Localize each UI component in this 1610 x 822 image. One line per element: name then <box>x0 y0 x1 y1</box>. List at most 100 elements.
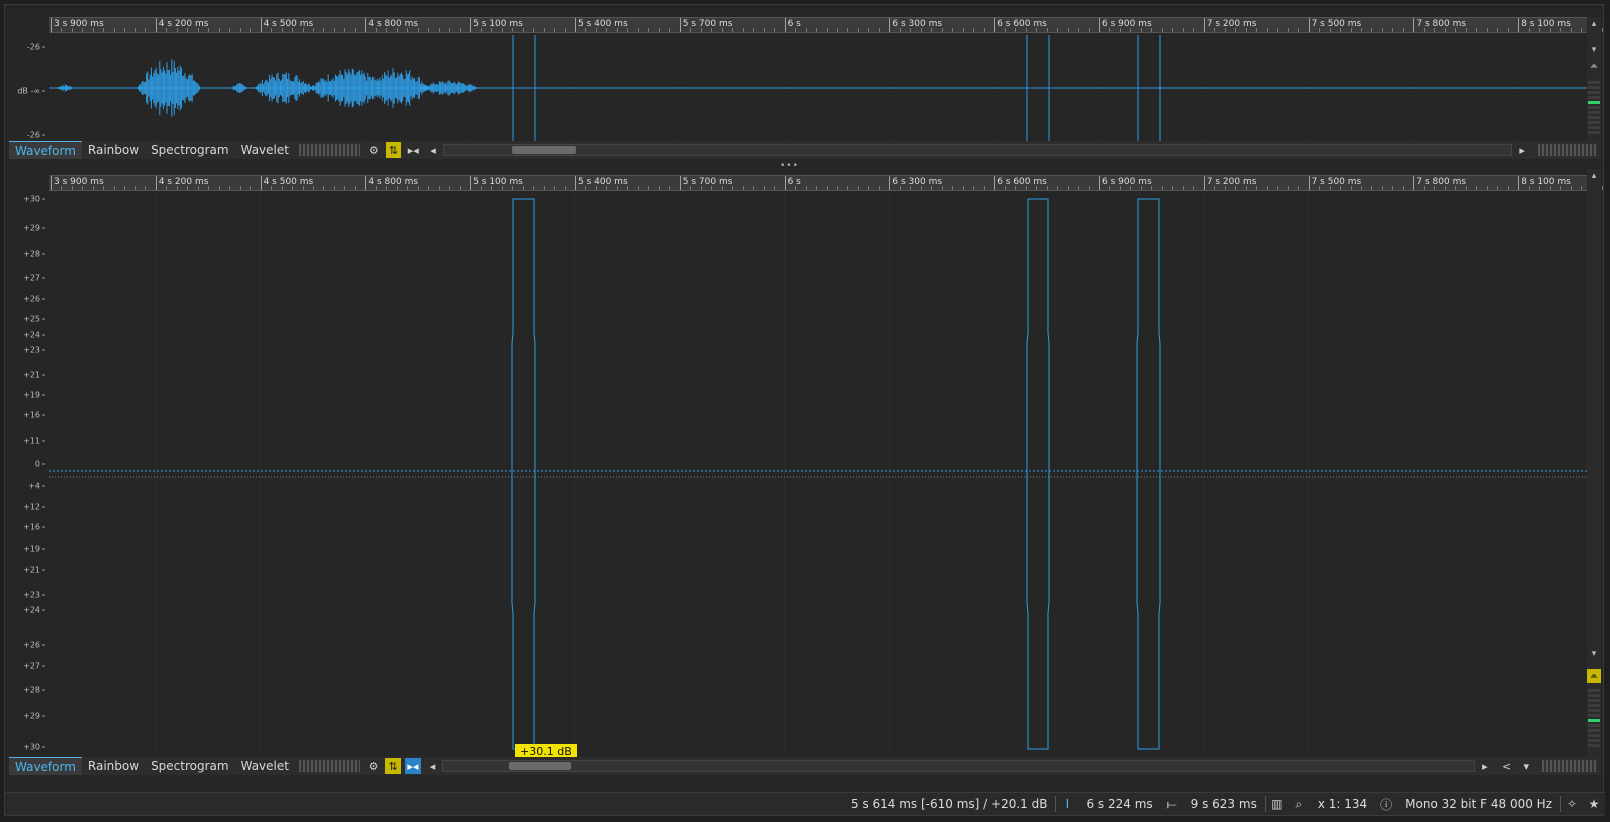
search-icon[interactable]: ⌕ <box>1288 793 1310 815</box>
meter-segment <box>1588 689 1600 692</box>
ruler-tick-label: 5 s 400 ms <box>578 19 628 29</box>
ruler-minor-tick <box>1235 28 1237 32</box>
ruler-minor-tick <box>826 186 828 190</box>
ruler-minor-tick <box>1036 186 1038 190</box>
ruler-minor-tick <box>417 186 419 190</box>
meter-icon[interactable]: ▥ <box>1266 793 1288 815</box>
ruler-minor-tick <box>826 28 828 32</box>
tab-rainbow[interactable]: Rainbow <box>82 141 145 159</box>
tab-spectrogram[interactable]: Spectrogram <box>145 141 235 159</box>
level-axis-label: +26 <box>23 641 45 650</box>
play-region-icon[interactable]: ▸◂ <box>405 758 421 774</box>
share-icon[interactable]: < <box>1499 758 1515 774</box>
ruler-minor-tick <box>459 186 461 190</box>
peak-icon[interactable]: ⩕ <box>1587 669 1601 683</box>
ruler-minor-tick <box>868 186 870 190</box>
overview-plot[interactable] <box>49 35 1594 141</box>
ruler-minor-tick <box>1266 28 1268 32</box>
ruler-minor-tick <box>1486 28 1488 32</box>
ruler-icon[interactable]: ⟝ <box>1161 793 1183 815</box>
right-arrow-icon[interactable]: ▸ <box>1514 142 1530 158</box>
meter-segment <box>1588 694 1600 697</box>
ruler-minor-tick <box>952 186 954 190</box>
caret-down-icon[interactable]: ▾ <box>1518 758 1534 774</box>
ruler-minor-tick <box>281 28 283 32</box>
gear-icon[interactable]: ⚙ <box>366 758 382 774</box>
meter-segment <box>1588 719 1600 722</box>
ruler-minor-tick <box>1256 28 1258 32</box>
overview-horizontal-scrollbar[interactable] <box>442 144 1513 156</box>
right-arrow-icon[interactable]: ▸ <box>1477 758 1493 774</box>
meter-segment <box>1588 106 1600 109</box>
tab-waveform[interactable]: Waveform <box>9 757 82 775</box>
tab-wavelet[interactable]: Wavelet <box>235 757 295 775</box>
tab-rainbow[interactable]: Rainbow <box>82 757 145 775</box>
tab-waveform[interactable]: Waveform <box>9 141 82 159</box>
ruler-minor-tick <box>690 186 692 190</box>
ruler-minor-tick <box>344 186 346 190</box>
selection-end[interactable]: 9 s 623 ms <box>1183 793 1265 815</box>
zoom-grip[interactable] <box>298 760 360 772</box>
ruler-minor-tick <box>480 186 482 190</box>
star-icon[interactable]: ★ <box>1583 793 1605 815</box>
peak-icon[interactable]: ⩕ <box>1587 59 1601 73</box>
time-ruler-main[interactable]: 3 s 900 ms 4 s 200 ms 4 s 500 ms 4 s 800 ms… <box>49 175 1604 191</box>
left-arrow-icon[interactable]: ◂ <box>425 142 441 158</box>
main-level-axis: +30 +29 +28 +27 +26 +25 +24 +23 +21 +19 +16 +11 0 +4 +… <box>5 195 49 759</box>
ruler-minor-tick <box>302 186 304 190</box>
overview-scroll-thumb[interactable] <box>511 146 576 154</box>
ruler-minor-tick <box>962 186 964 190</box>
ruler-minor-tick <box>1004 28 1006 32</box>
sync-toggle-icon[interactable]: ⇅ <box>385 142 402 158</box>
ruler-minor-tick <box>1392 28 1394 32</box>
down-arrow-icon[interactable]: ▾ <box>1587 43 1601 57</box>
up-arrow-icon[interactable]: ▴ <box>1587 169 1601 183</box>
level-axis-label: +19 <box>23 391 45 400</box>
ruler-minor-tick <box>774 28 776 32</box>
ruler-tick-label: 7 s 800 ms <box>1416 177 1467 187</box>
ruler-minor-tick <box>543 28 545 32</box>
main-horizontal-scrollbar[interactable] <box>442 760 1476 772</box>
info-icon[interactable]: ⓘ <box>1375 793 1397 815</box>
sync-toggle-icon[interactable]: ⇅ <box>385 758 402 774</box>
ruler-minor-tick <box>1078 28 1080 32</box>
play-region-icon[interactable]: ▸◂ <box>405 142 421 158</box>
ruler-minor-tick <box>71 186 73 190</box>
level-axis-label: +16 <box>23 523 45 532</box>
zoom-grip-right[interactable] <box>1538 144 1598 156</box>
down-arrow-icon[interactable]: ▾ <box>1587 647 1601 661</box>
time-ruler-overview[interactable]: 3 s 900 ms 4 s 200 ms 4 s 500 ms 4 s 800 ms… <box>49 17 1604 33</box>
up-arrow-icon[interactable]: ▴ <box>1587 17 1601 31</box>
ruler-minor-tick <box>124 186 126 190</box>
left-arrow-icon[interactable]: ◂ <box>425 758 441 774</box>
gear-icon[interactable]: ⚙ <box>366 142 382 158</box>
ruler-minor-tick <box>637 186 639 190</box>
cursor-marker-icon[interactable]: I <box>1056 793 1078 815</box>
ruler-minor-tick <box>292 28 294 32</box>
audio-format[interactable]: Mono 32 bit F 48 000 Hz <box>1397 793 1560 815</box>
tab-spectrogram[interactable]: Spectrogram <box>145 757 235 775</box>
overview-toolbar: Waveform Rainbow Spectrogram Wavelet ⚙ ⇅ ▸◂… <box>9 141 1601 159</box>
meter-segment <box>1588 116 1600 119</box>
ruler-minor-tick <box>1287 28 1289 32</box>
main-plot[interactable] <box>49 193 1594 759</box>
ruler-minor-tick <box>1423 186 1425 190</box>
tab-wavelet[interactable]: Wavelet <box>235 141 295 159</box>
selection-start[interactable]: 6 s 224 ms <box>1078 793 1160 815</box>
ruler-minor-tick <box>1507 28 1509 32</box>
ruler-tick-label: 6 s 900 ms <box>1102 19 1152 29</box>
ruler-minor-tick <box>962 28 964 32</box>
zoom-grip-right[interactable] <box>1542 760 1597 772</box>
zoom-grip[interactable] <box>298 144 360 156</box>
ruler-minor-tick <box>1004 186 1006 190</box>
level-axis-label: +27 <box>23 274 45 283</box>
ruler-minor-tick <box>753 186 755 190</box>
ruler-minor-tick <box>1602 28 1604 32</box>
zoom-level[interactable]: x 1: 134 <box>1310 793 1375 815</box>
wand-icon[interactable]: ✧ <box>1561 793 1583 815</box>
main-scroll-thumb[interactable] <box>509 762 572 770</box>
ruler-minor-tick <box>1581 186 1583 190</box>
ruler-minor-tick <box>1602 186 1604 190</box>
main-toolbar: Waveform Rainbow Spectrogram Wavelet ⚙ ⇅ ▸◂… <box>9 757 1601 775</box>
ruler-minor-tick <box>1109 28 1111 32</box>
